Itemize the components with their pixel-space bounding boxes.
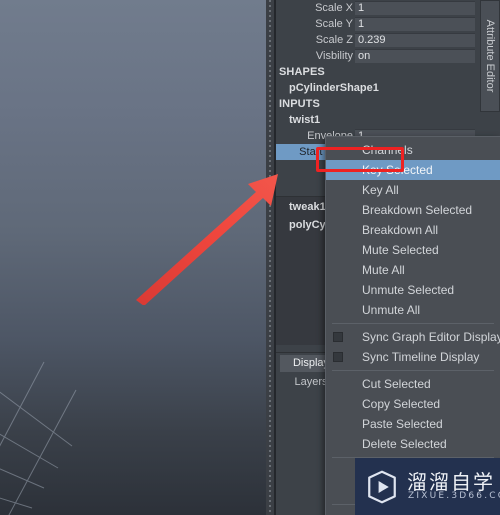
maya-application-window: Scale X 1 Scale Y 1 Scale Z 0.239 Visbil… [0,0,500,515]
channel-node-twist1[interactable]: twist1 [276,112,480,128]
checkbox-icon[interactable] [333,332,343,342]
perspective-viewport[interactable] [0,0,268,515]
menu-item-key-all[interactable]: Key All [326,180,500,200]
menu-item-copy-selected[interactable]: Copy Selected [326,394,500,414]
tab-attribute-editor[interactable]: Attribute Editor [480,0,500,112]
menu-item-unmute-all[interactable]: Unmute All [326,300,500,320]
menu-item-label: Mute All [362,263,405,277]
menu-item-cut-selected[interactable]: Cut Selected [326,374,500,394]
menu-item-sync-graph-editor-display[interactable]: Sync Graph Editor Display [326,327,500,347]
channel-value-field[interactable] [355,17,475,31]
menu-separator [332,370,494,371]
channel-label: Scale X [315,2,353,14]
menu-item-label: Mute Selected [362,243,439,257]
channel-value-field[interactable] [355,1,475,15]
channel-label: Visbility [315,50,353,62]
tab-attribute-editor-label: Attribute Editor [484,19,496,93]
panel-splitter-handle[interactable] [266,0,276,515]
menu-item-breakdown-selected[interactable]: Breakdown Selected [326,200,500,220]
menu-item-label: Key Selected [362,163,433,177]
menu-item-label: Sync Graph Editor Display [362,330,500,344]
menu-item-label: Breakdown All [362,223,439,237]
menu-item-breakdown-all[interactable]: Breakdown All [326,220,500,240]
channel-value: 1 [358,18,365,30]
channel-row-scale-x[interactable]: Scale X 1 [276,0,480,16]
menu-item-mute-selected[interactable]: Mute Selected [326,240,500,260]
menu-item-label: Delete Selected [362,437,447,451]
menu-item-label: Copy Selected [362,397,441,411]
channel-row-scale-y[interactable]: Scale Y 1 [276,16,480,32]
channel-value-field[interactable] [355,49,475,63]
play-button-icon [368,470,396,504]
channel-node-pcylindershape1[interactable]: pCylinderShape1 [276,80,480,96]
menu-item-label: Unmute Selected [362,283,455,297]
channel-value: 0.239 [358,34,386,46]
menu-item-paste-selected[interactable]: Paste Selected [326,414,500,434]
watermark: 溜溜自学 ZIXUE.3D66.COM [355,458,500,515]
channel-value: 1 [358,2,365,14]
menu-item-label: Sync Timeline Display [362,350,480,364]
watermark-subtitle: ZIXUE.3D66.COM [408,491,500,501]
menu-item-mute-all[interactable]: Mute All [326,260,500,280]
menu-separator [332,323,494,324]
menu-item-unmute-selected[interactable]: Unmute Selected [326,280,500,300]
menu-item-sync-timeline-display[interactable]: Sync Timeline Display [326,347,500,367]
channel-row-scale-z[interactable]: Scale Z 0.239 [276,32,480,48]
splitter-grip-dots [269,0,271,515]
channel-section-shapes: SHAPES [279,66,325,78]
channel-label: Scale Y [315,18,353,30]
channel-row-visibility[interactable]: Visbility on [276,48,480,64]
channel-label: Scale Z [315,34,353,46]
channel-value: on [358,50,371,62]
viewport-ground-grid [0,361,77,515]
menu-item-label: Channels [362,143,413,157]
menu-item-label: Breakdown Selected [362,203,473,217]
menu-item-label: Unmute All [362,303,421,317]
menu-item-delete-selected[interactable]: Delete Selected [326,434,500,454]
menu-item-channels[interactable]: Channels [326,140,500,160]
menu-item-key-selected[interactable]: Key Selected [326,160,500,180]
channel-section-inputs: INPUTS [279,98,320,110]
menu-item-label: Paste Selected [362,417,443,431]
menu-item-label: Key All [362,183,399,197]
checkbox-icon[interactable] [333,352,343,362]
menu-item-label: Cut Selected [362,377,431,391]
